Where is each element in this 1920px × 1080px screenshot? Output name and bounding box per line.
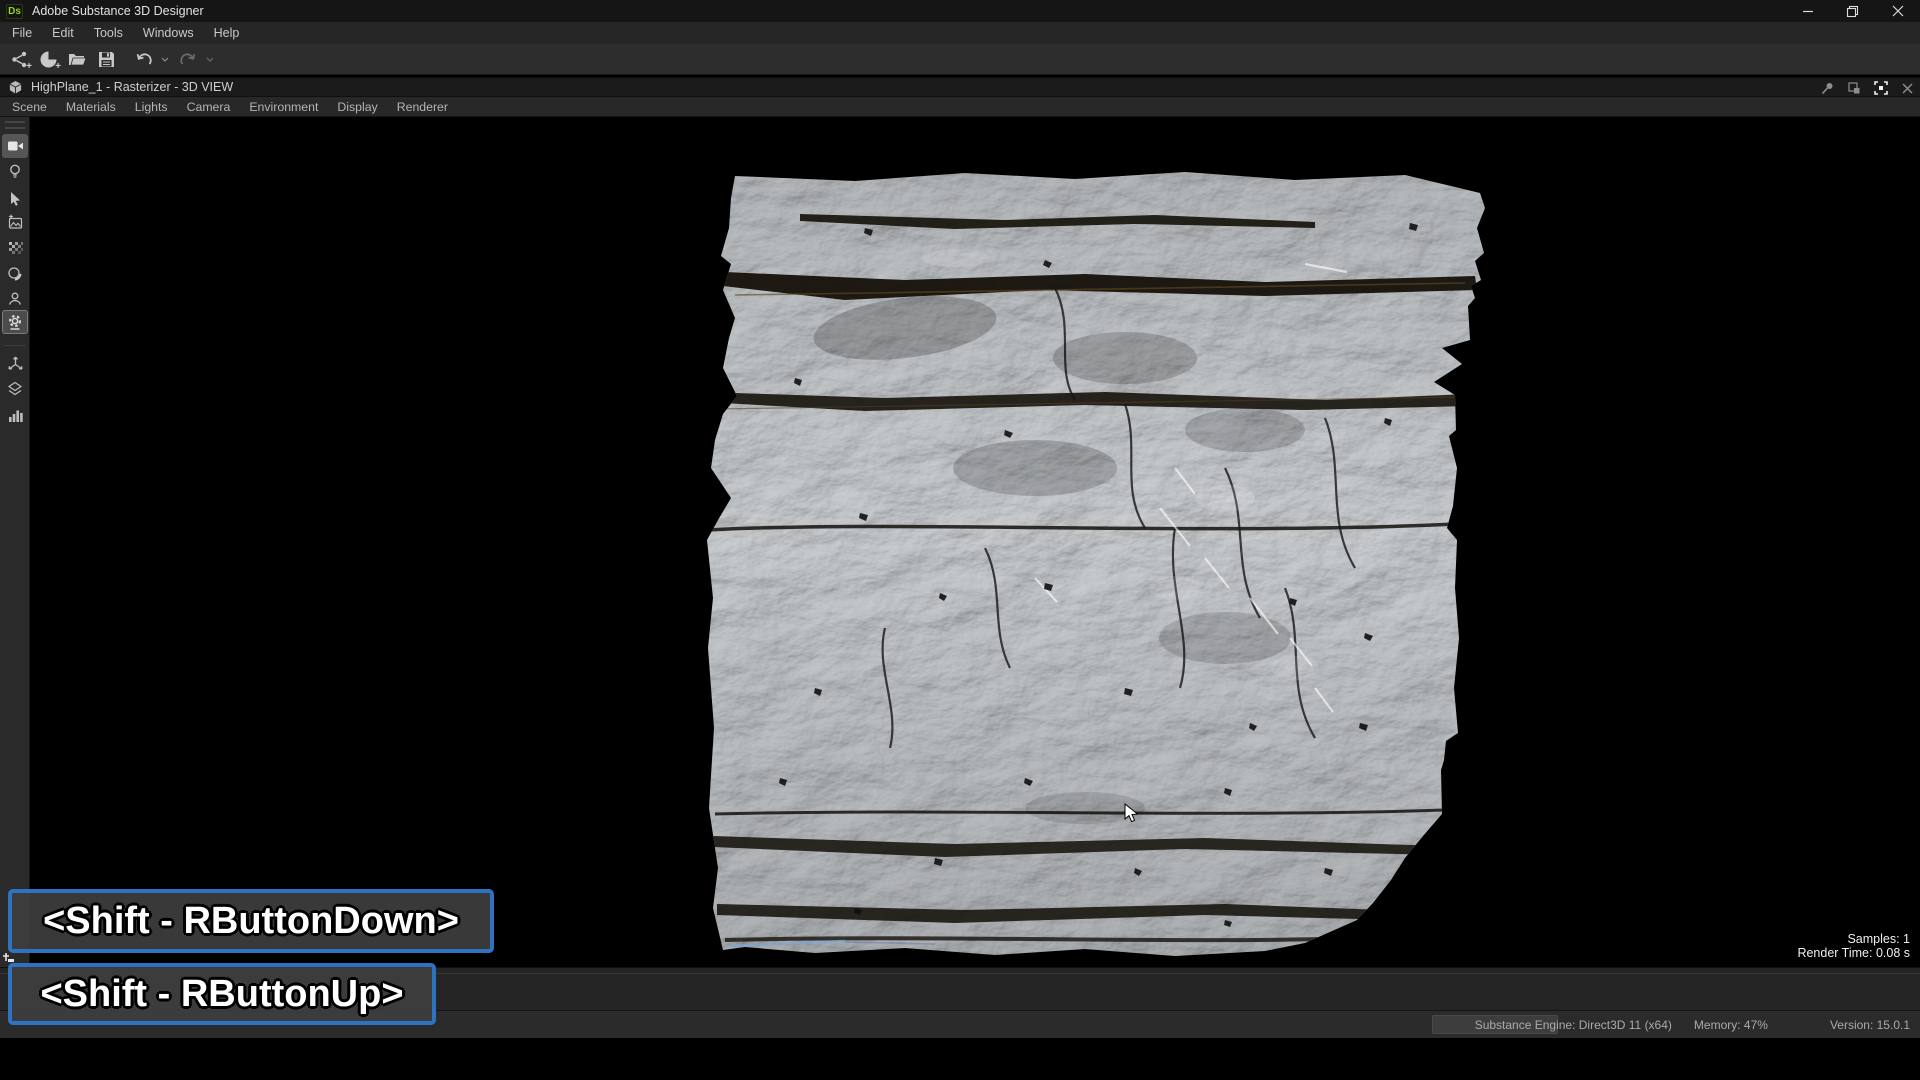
menu-file[interactable]: File	[12, 26, 32, 40]
vp-menu-environment[interactable]: Environment	[249, 100, 318, 114]
vp-menu-materials[interactable]: Materials	[66, 100, 116, 114]
version-status: Version: 15.0.1	[1830, 1018, 1910, 1032]
close-button[interactable]	[1875, 0, 1920, 22]
memory-status: Memory: 47%	[1694, 1018, 1768, 1032]
rock-mesh-render	[705, 168, 1487, 960]
input-overlay-shift-rbuttonup: <Shift - RButtonUp>	[8, 963, 436, 1025]
panel-header-buttons	[1820, 78, 1918, 98]
window-controls	[1785, 0, 1920, 22]
checker-view-button[interactable]	[2, 236, 28, 260]
layers-view-button[interactable]	[2, 377, 28, 401]
cube-3d-icon	[8, 80, 23, 95]
restore-panel-icon[interactable]	[1847, 81, 1861, 95]
render-time-readout: Render Time: 0.08 s	[1797, 946, 1910, 961]
3d-viewport[interactable]: Samples: 1 Render Time: 0.08 s	[31, 117, 1920, 967]
pin-icon[interactable]	[1820, 81, 1835, 96]
vp-menu-lights[interactable]: Lights	[135, 100, 168, 114]
window-title: Adobe Substance 3D Designer	[32, 4, 204, 18]
person-icon	[7, 291, 23, 306]
3d-view-panel-header[interactable]: HighPlane_1 - Rasterizer - 3D VIEW	[0, 77, 1920, 97]
transform-gizmo-button[interactable]	[2, 351, 28, 375]
close-panel-icon[interactable]	[1901, 82, 1914, 95]
sphere-shaded-icon	[7, 266, 23, 282]
main-area: Samples: 1 Render Time: 0.08 s	[0, 117, 1920, 967]
redo-button[interactable]	[175, 46, 201, 72]
redo-history-dropdown[interactable]	[204, 46, 216, 72]
diamond-layers-icon	[7, 381, 23, 397]
camera-tool-button[interactable]	[2, 134, 28, 158]
save-icon	[97, 50, 116, 69]
viewport-menu-bar: Scene Materials Lights Camera Environmen…	[0, 97, 1920, 117]
samples-readout: Samples: 1	[1797, 932, 1910, 947]
menu-tools[interactable]: Tools	[94, 26, 123, 40]
undo-button[interactable]	[130, 46, 156, 72]
menu-edit[interactable]: Edit	[52, 26, 74, 40]
redo-icon	[179, 50, 198, 69]
sphere-view-button[interactable]	[2, 262, 28, 286]
undo-history-dropdown[interactable]	[159, 46, 171, 72]
checker-grid-icon	[8, 241, 23, 256]
panel-title: HighPlane_1 - Rasterizer - 3D VIEW	[31, 80, 233, 94]
plus-overlay-icon: +	[26, 63, 32, 71]
menu-windows[interactable]: Windows	[143, 26, 194, 40]
vp-menu-camera[interactable]: Camera	[187, 100, 231, 114]
save-button[interactable]	[93, 46, 119, 72]
histogram-button[interactable]	[2, 403, 28, 427]
rail-grip-handle[interactable]	[5, 121, 25, 129]
open-folder-icon	[67, 49, 87, 69]
select-tool-button[interactable]	[2, 186, 28, 210]
new-package-button[interactable]: +	[35, 46, 61, 72]
texture-view-button[interactable]	[2, 210, 28, 234]
main-menu-bar: File Edit Tools Windows Help	[0, 22, 1920, 44]
substance-designer-logo-icon: Ds	[6, 4, 23, 19]
input-overlay-shift-rbuttondown: <Shift - RButtonDown>	[8, 889, 494, 953]
main-toolbar: + +	[0, 44, 1920, 75]
minimize-button[interactable]	[1785, 0, 1830, 22]
menu-help[interactable]: Help	[214, 26, 240, 40]
image-sparkle-icon	[7, 214, 23, 230]
gear-icon	[7, 314, 23, 331]
title-bar: Ds Adobe Substance 3D Designer	[0, 0, 1920, 22]
camera-icon	[7, 139, 24, 153]
undo-icon	[134, 50, 153, 69]
render-stats: Samples: 1 Render Time: 0.08 s	[1797, 932, 1910, 962]
bottom-letterbox	[0, 1038, 1920, 1080]
light-bulb-icon	[8, 164, 22, 180]
new-graph-button[interactable]: +	[6, 46, 32, 72]
vp-menu-scene[interactable]: Scene	[12, 100, 47, 114]
light-tool-button[interactable]	[2, 160, 28, 184]
engine-status: Substance Engine: Direct3D 11 (x64)	[1475, 1018, 1672, 1032]
restore-button[interactable]	[1830, 0, 1875, 22]
display-settings-button[interactable]	[2, 310, 28, 334]
application-window: Ds Adobe Substance 3D Designer File Edit…	[0, 0, 1920, 1080]
viewport-tool-rail	[0, 117, 30, 967]
vp-menu-display[interactable]: Display	[337, 100, 377, 114]
histogram-icon	[8, 408, 23, 423]
focus-panel-icon[interactable]	[1873, 80, 1889, 96]
open-button[interactable]	[64, 46, 90, 72]
plus-overlay-icon: +	[55, 63, 61, 71]
head-tracking-button[interactable]	[2, 286, 28, 310]
badge-text: <Shift - RButtonDown>	[43, 900, 459, 943]
vp-menu-renderer[interactable]: Renderer	[397, 100, 448, 114]
axis-gizmo-icon	[7, 355, 24, 372]
rail-divider	[4, 345, 26, 346]
badge-text: <Shift - RButtonUp>	[40, 973, 403, 1016]
cursor-arrow-icon	[9, 191, 22, 206]
mouse-cursor	[1124, 803, 1140, 825]
